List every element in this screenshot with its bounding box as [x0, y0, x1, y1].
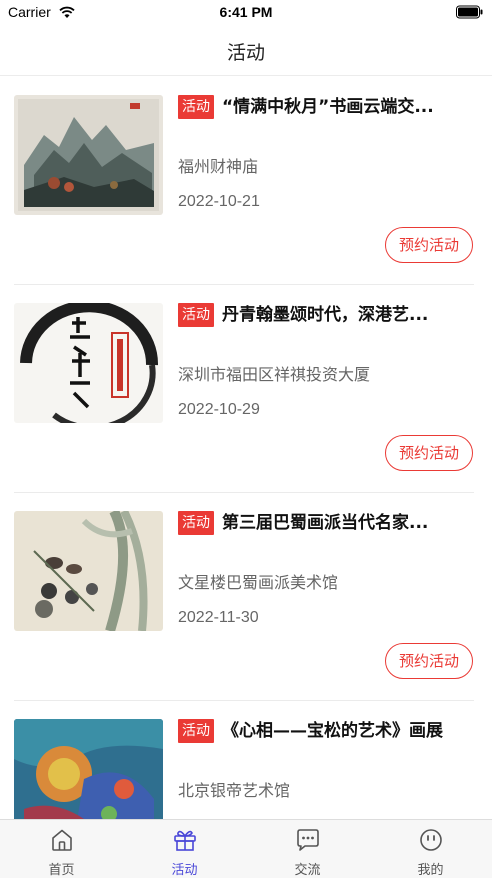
activity-location: 文星楼巴蜀画派美术馆 — [178, 573, 339, 592]
status-time: 6:41 PM — [219, 4, 273, 20]
tab-label: 我的 — [417, 863, 444, 878]
nav-bar: 活动 — [0, 26, 492, 76]
tab-communicate[interactable]: 交流 — [246, 820, 369, 878]
activity-thumbnail[interactable] — [14, 95, 163, 215]
activity-title[interactable]: 丹青翰墨颂时代，深港艺... — [222, 303, 472, 327]
book-activity-button[interactable]: 预约活动 — [385, 435, 473, 471]
activity-thumbnail[interactable] — [14, 511, 163, 631]
activity-location: 北京银帝艺术馆 — [178, 781, 291, 800]
activity-tag: 活动 — [178, 303, 214, 327]
activity-date: 2022-10-21 — [178, 193, 260, 210]
tab-activity[interactable]: 活动 — [123, 820, 246, 878]
profile-icon — [420, 829, 442, 851]
home-icon — [52, 829, 72, 851]
activity-tag: 活动 — [178, 511, 214, 535]
activity-title[interactable]: 第三届巴蜀画派当代名家... — [222, 511, 472, 535]
book-activity-button[interactable]: 预约活动 — [385, 643, 473, 679]
bird-flower-painting-image — [14, 511, 163, 631]
gift-icon — [174, 830, 196, 851]
book-activity-button[interactable]: 预约活动 — [385, 227, 473, 263]
tab-label: 活动 — [171, 863, 198, 878]
activity-card[interactable]: 活动 《心相——宝松的艺术》画展 北京银帝艺术馆 — [0, 701, 492, 819]
activity-tag: 活动 — [178, 719, 214, 743]
page-title: 活动 — [226, 42, 265, 64]
activity-title[interactable]: “情满中秋月”书画云端交... — [222, 95, 472, 119]
tab-home[interactable]: 首页 — [0, 820, 123, 878]
tab-label: 首页 — [48, 863, 75, 878]
activity-card[interactable]: 活动 第三届巴蜀画派当代名家... 文星楼巴蜀画派美术馆 2022-11-30 … — [0, 493, 492, 701]
activity-tag: 活动 — [178, 95, 214, 119]
activity-card[interactable]: 活动 丹青翰墨颂时代，深港艺... 深圳市福田区祥祺投资大厦 2022-10-2… — [0, 285, 492, 493]
activity-date: 2022-11-30 — [178, 609, 259, 626]
activity-location: 福州财神庙 — [178, 157, 259, 176]
tab-bar: 首页 活动 交流 我的 — [0, 819, 492, 878]
activity-card[interactable]: 活动 “情满中秋月”书画云端交... 福州财神庙 2022-10-21 预约活动 — [0, 77, 492, 285]
tab-profile[interactable]: 我的 — [369, 820, 492, 878]
landscape-painting-image — [14, 95, 163, 215]
activity-list[interactable]: 活动 “情满中秋月”书画云端交... 福州财神庙 2022-10-21 预约活动… — [0, 77, 492, 819]
chat-icon — [297, 829, 319, 851]
battery-icon — [456, 5, 483, 19]
activity-title[interactable]: 《心相——宝松的艺术》画展 — [222, 719, 472, 743]
activity-location: 深圳市福田区祥祺投资大厦 — [178, 365, 371, 384]
calligraphy-ink-circle-image — [14, 303, 163, 423]
activity-thumbnail[interactable] — [14, 719, 163, 819]
activity-thumbnail[interactable] — [14, 303, 163, 423]
activity-date: 2022-10-29 — [178, 401, 260, 418]
tab-label: 交流 — [294, 863, 321, 878]
status-bar: Carrier 6:41 PM — [0, 0, 492, 26]
colorful-figure-painting-image — [14, 719, 163, 819]
